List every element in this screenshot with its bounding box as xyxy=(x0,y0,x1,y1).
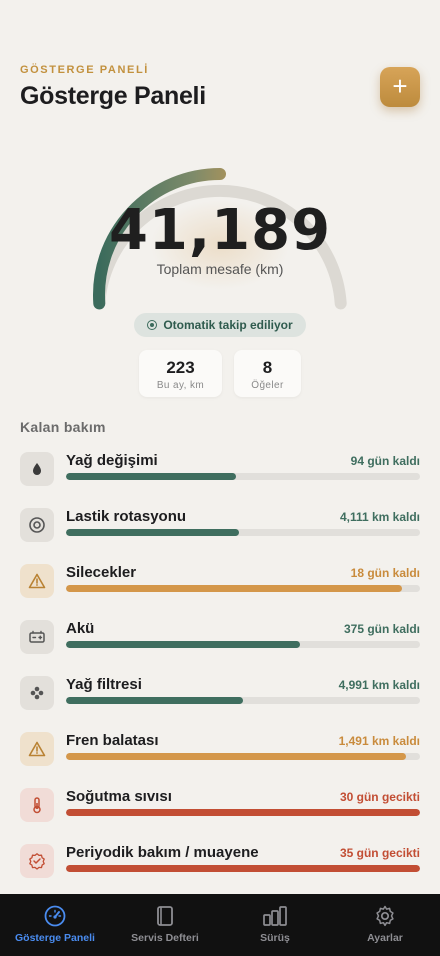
maintenance-item-status: 375 gün kaldı xyxy=(343,622,420,636)
maintenance-item-status: 18 gün kaldı xyxy=(350,566,420,580)
tab-dashboard[interactable]: Gösterge Paneli xyxy=(0,894,110,956)
filter-icon xyxy=(20,676,54,710)
maintenance-progress-track xyxy=(66,753,420,760)
auto-tracking-badge[interactable]: Otomatik takip ediliyor xyxy=(134,313,306,337)
maintenance-progress-track xyxy=(66,473,420,480)
maintenance-progress-fill xyxy=(66,585,403,592)
total-distance-value: 41,189 xyxy=(108,198,332,263)
maintenance-item[interactable]: Soğutma sıvısı 30 gün gecikti xyxy=(20,788,420,828)
maintenance-item[interactable]: Yağ değişimi 94 gün kaldı xyxy=(20,452,420,492)
tab-bar: Gösterge Paneli Servis Defteri Sürüş Aya… xyxy=(0,894,440,956)
book-icon xyxy=(110,903,220,929)
stat-card-items: 8 Öğeler xyxy=(234,350,301,397)
thermometer-icon xyxy=(20,788,54,822)
maintenance-item-status: 4,111 km kaldı xyxy=(339,510,420,524)
maintenance-progress-fill xyxy=(66,641,300,648)
drop-icon xyxy=(20,452,54,486)
maintenance-item-status: 4,991 km kaldı xyxy=(338,678,420,692)
add-button[interactable]: + xyxy=(380,67,420,107)
maintenance-item-name: Akü xyxy=(66,620,95,637)
maintenance-progress-fill xyxy=(66,529,240,536)
tab-label: Sürüş xyxy=(260,932,290,944)
maintenance-item-status: 1,491 km kaldı xyxy=(338,734,420,748)
maintenance-item[interactable]: Yağ filtresi 4,991 km kaldı xyxy=(20,676,420,716)
maintenance-item-status: 94 gün kaldı xyxy=(350,454,420,468)
maintenance-item[interactable]: Lastik rotasyonu 4,111 km kaldı xyxy=(20,508,420,548)
tab-label: Ayarlar xyxy=(367,932,403,944)
maintenance-item-status: 35 gün gecikti xyxy=(339,846,420,860)
tab-service-log[interactable]: Servis Defteri xyxy=(110,894,220,956)
tab-label: Gösterge Paneli xyxy=(15,932,95,944)
stat-label: Bu ay, km xyxy=(156,380,205,391)
tab-settings[interactable]: Ayarlar xyxy=(330,894,440,956)
maintenance-item-name: Silecekler xyxy=(66,564,137,581)
stat-value: 8 xyxy=(262,358,273,377)
maintenance-progress-track xyxy=(66,809,420,816)
maintenance-progress-track xyxy=(66,529,420,536)
stat-card-month-km: 223 Bu ay, km xyxy=(139,350,222,397)
maintenance-progress-track xyxy=(66,697,420,704)
speedometer-icon xyxy=(0,903,110,929)
tab-label: Servis Defteri xyxy=(131,932,199,944)
maintenance-progress-fill xyxy=(66,753,406,760)
maintenance-item-name: Periyodik bakım / muayene xyxy=(66,844,259,861)
tire-icon xyxy=(20,508,54,542)
maintenance-progress-track xyxy=(66,585,420,592)
gear-icon xyxy=(330,903,440,929)
maintenance-progress-track xyxy=(66,641,420,648)
badge-check-icon xyxy=(20,844,54,878)
total-distance-label: Toplam mesafe (km) xyxy=(156,261,284,277)
maintenance-item-name: Lastik rotasyonu xyxy=(66,508,187,525)
maintenance-item-name: Yağ değişimi xyxy=(66,452,158,469)
maintenance-item-name: Soğutma sıvısı xyxy=(66,788,172,805)
warning-icon xyxy=(20,732,54,766)
maintenance-progress-fill xyxy=(66,809,420,816)
page-title: Gösterge Paneli xyxy=(20,82,206,110)
maintenance-item[interactable]: Silecekler 18 gün kaldı xyxy=(20,564,420,604)
maintenance-progress-fill xyxy=(66,473,236,480)
warning-icon xyxy=(20,564,54,598)
maintenance-progress-track xyxy=(66,865,420,872)
maintenance-item-status: 30 gün gecikti xyxy=(339,790,420,804)
battery-icon xyxy=(20,620,54,654)
maintenance-progress-fill xyxy=(66,865,420,872)
maintenance-progress-fill xyxy=(66,697,243,704)
tracking-dot-icon xyxy=(147,320,158,330)
maintenance-item-name: Fren balatası xyxy=(66,732,159,749)
auto-tracking-label: Otomatik takip ediliyor xyxy=(163,318,293,332)
maintenance-item[interactable]: Akü 375 gün kaldı xyxy=(20,620,420,660)
tab-driving[interactable]: Sürüş xyxy=(220,894,330,956)
maintenance-section-title: Kalan bakım xyxy=(20,419,106,435)
stat-label: Öğeler xyxy=(251,380,284,391)
maintenance-item[interactable]: Fren balatası 1,491 km kaldı xyxy=(20,732,420,772)
stat-value: 223 xyxy=(166,358,195,377)
page-eyebrow: GÖSTERGE PANELİ xyxy=(20,64,149,76)
page-header: GÖSTERGE PANELİ Gösterge Paneli xyxy=(20,64,420,111)
maintenance-item[interactable]: Periyodik bakım / muayene 35 gün gecikti xyxy=(20,844,420,884)
maintenance-item-name: Yağ filtresi xyxy=(66,676,142,693)
bar-chart-icon xyxy=(220,903,330,929)
